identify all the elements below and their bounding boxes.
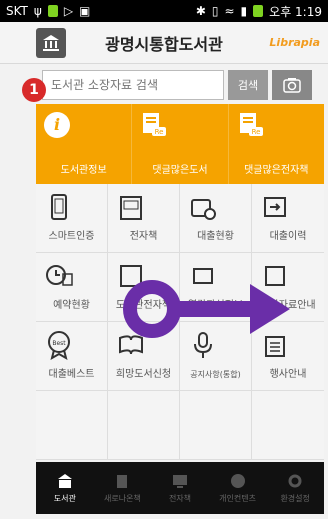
quick-item-label: 댓글많은도서	[152, 165, 208, 176]
menu-item-partial[interactable]	[108, 391, 180, 460]
loan-status-icon	[191, 199, 216, 220]
home-icon	[57, 473, 72, 488]
smartphone-icon	[51, 194, 67, 220]
menu-item-reservation[interactable]: 예약현황	[36, 253, 108, 322]
tab-label: 전자책	[168, 493, 192, 503]
status-bar: SKT ψ ▷ ▣ ✱ ▯ ≈ ▮ 오후 1:19	[0, 0, 328, 22]
loan-history-icon	[264, 197, 286, 217]
quick-item-label: 도서관정보	[60, 165, 107, 176]
tab-library[interactable]: 도서관	[36, 462, 94, 514]
search-row: 검색	[42, 70, 312, 100]
menu-item-partial[interactable]	[252, 391, 324, 460]
annotation-badge: 1	[22, 78, 46, 102]
camera-icon	[283, 78, 301, 93]
quick-menu: i 도서관정보 Re 댓글많은도서 Re 댓글많은전자책	[36, 104, 324, 184]
svg-text:i: i	[54, 115, 60, 134]
wifi-icon: ≈	[224, 4, 235, 18]
clock-icon	[46, 265, 73, 286]
svg-text:Best: Best	[52, 340, 66, 347]
quick-item-label: 댓글많은전자책	[244, 165, 309, 176]
settings-icon	[288, 474, 302, 487]
tab-settings[interactable]: 환경설정	[266, 462, 324, 514]
menu-item-ebook[interactable]: 전자책	[108, 184, 180, 253]
menu-item-label: 공지사항(통합)	[190, 370, 241, 379]
arrow-overlay	[123, 280, 290, 338]
clock-label: 오후 1:19	[269, 4, 322, 19]
svg-text:Re: Re	[251, 128, 260, 136]
brand-logo: Librapia	[269, 36, 320, 49]
tab-label: 개인컨텐츠	[219, 493, 256, 503]
personal-icon	[230, 473, 245, 488]
quick-item-library-info[interactable]: i 도서관정보	[36, 104, 133, 184]
menu-item-label: 예약현황	[53, 300, 90, 311]
quick-item-most-commented-book[interactable]: Re 댓글많은도서	[132, 104, 229, 184]
search-input[interactable]	[42, 70, 224, 100]
carrier-label: SKT	[6, 4, 28, 18]
menu-item-label: 대출현황	[197, 231, 234, 242]
ebook-icon	[120, 196, 142, 220]
camera-button[interactable]	[272, 70, 312, 100]
menu-item-partial[interactable]	[180, 391, 252, 460]
tab-label: 도서관	[53, 493, 76, 503]
ebook-re-icon: Re	[239, 113, 263, 136]
battery-icon	[253, 5, 264, 17]
tab-ebooks[interactable]: 전자책	[151, 462, 209, 514]
menu-item-label: 스마트인증	[48, 231, 95, 242]
menu-item-partial[interactable]	[36, 391, 108, 460]
usb-icon: ψ	[33, 4, 42, 18]
menu-item-label: 전자책	[129, 231, 158, 242]
bottom-tab-bar: 도서관 새로나온책 전자책 개인컨텐츠 환경설정	[36, 462, 324, 514]
newbook-icon	[117, 474, 128, 488]
menu-item-label: 행사안내	[269, 369, 307, 380]
menu-item-loan-status[interactable]: 대출현황	[180, 184, 252, 253]
tab-personal[interactable]: 개인컨텐츠	[209, 462, 267, 514]
menu-item-label: 대출이력	[269, 231, 307, 242]
book-re-icon: Re	[143, 113, 167, 136]
menu-item-loan-history[interactable]: 대출이력	[252, 184, 324, 253]
image-icon: ▣	[79, 4, 91, 18]
menu-item-label: 희망도서신청	[115, 369, 172, 380]
tab-label: 환경설정	[280, 493, 310, 503]
svg-text:Re: Re	[155, 128, 164, 136]
battery-small-icon	[47, 5, 58, 17]
header: 광명시통합도서관 Librapia	[0, 22, 328, 64]
bluetooth-icon: ✱	[195, 4, 206, 18]
search-button[interactable]: 검색	[228, 70, 268, 100]
best-icon: Best	[48, 331, 70, 360]
tab-new-books[interactable]: 새로나온책	[94, 462, 152, 514]
ebook-tab-icon	[172, 474, 187, 488]
cast-icon: ▷	[63, 4, 74, 18]
signal-icon: ▮	[240, 4, 248, 18]
quick-item-most-commented-ebook[interactable]: Re 댓글많은전자책	[229, 104, 324, 184]
menu-item-loan-best[interactable]: Best 대출베스트	[36, 322, 108, 391]
vibrate-icon: ▯	[211, 4, 219, 18]
info-icon: i	[44, 112, 70, 138]
menu-item-smart-auth[interactable]: 스마트인증	[36, 184, 108, 253]
menu-item-label: 대출베스트	[48, 369, 95, 380]
tab-label: 새로나온책	[103, 493, 141, 503]
